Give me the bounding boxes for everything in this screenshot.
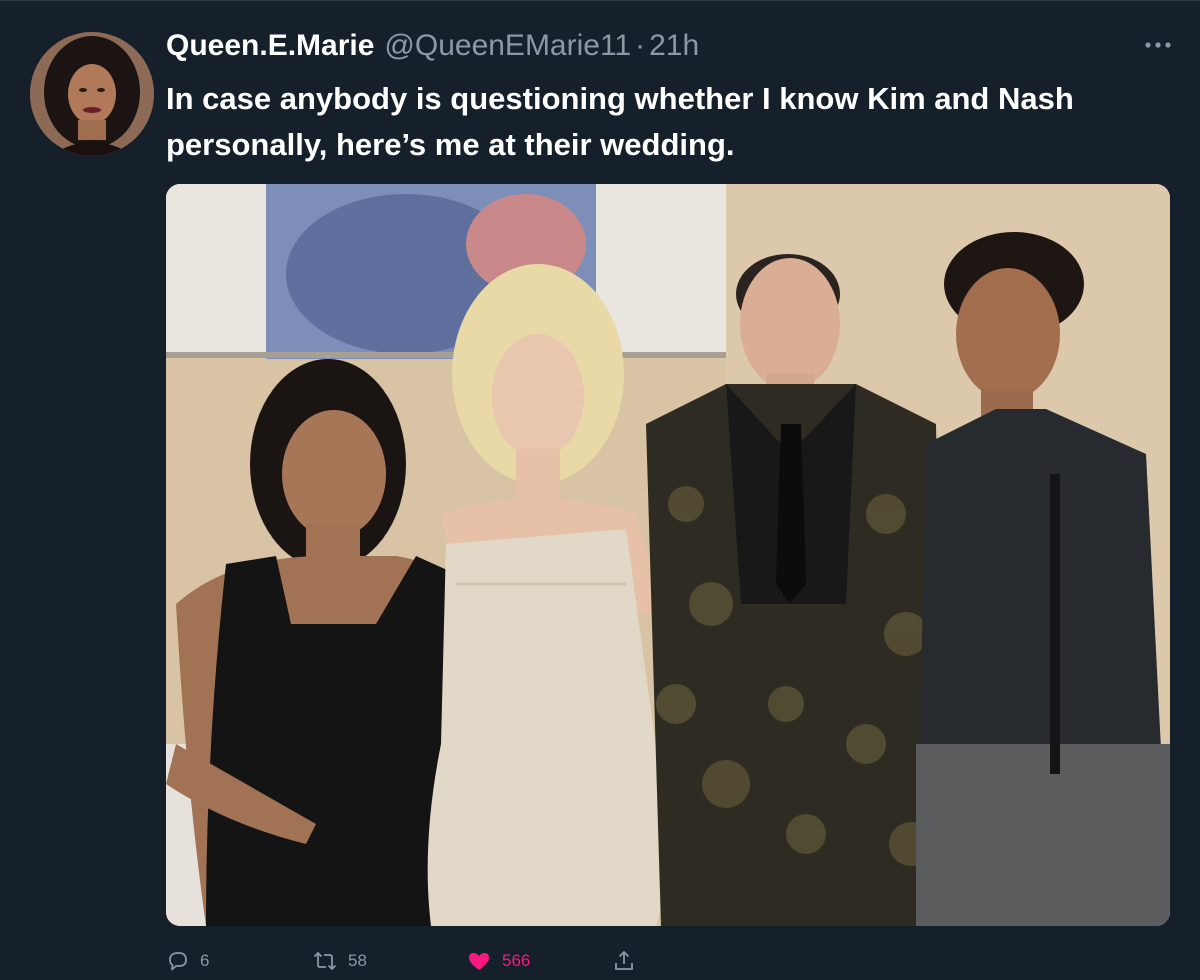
tweet-text: In case anybody is questioning whether I… xyxy=(166,81,1074,162)
user-handle[interactable]: @QueenEMarie11 xyxy=(384,29,631,63)
retweet-count: 58 xyxy=(348,951,367,970)
tweet-header: Queen.E.Marie @QueenEMarie11 · 21h xyxy=(166,26,699,66)
separator: · xyxy=(635,29,646,62)
reply-icon xyxy=(169,952,187,971)
heart-icon xyxy=(469,953,489,970)
share-icon xyxy=(615,950,633,970)
retweet-icon xyxy=(313,951,337,971)
like-count: 566 xyxy=(502,951,531,970)
divider xyxy=(0,0,1200,1)
retweet-button[interactable]: 58 xyxy=(312,944,367,978)
tweet-actions: 6 58 566 xyxy=(166,944,1170,978)
reply-count: 6 xyxy=(200,951,210,970)
like-button[interactable]: 566 xyxy=(466,944,530,978)
tweet-photo[interactable] xyxy=(166,184,1170,926)
avatar-image xyxy=(30,32,154,156)
display-name[interactable]: Queen.E.Marie xyxy=(166,29,374,63)
tweet: Queen.E.Marie @QueenEMarie11 · 21h In ca… xyxy=(0,0,1200,980)
timestamp[interactable]: 21h xyxy=(649,29,699,63)
share-button[interactable] xyxy=(612,944,636,978)
avatar[interactable] xyxy=(30,32,154,156)
reply-button[interactable]: 6 xyxy=(166,944,209,978)
more-options-icon[interactable] xyxy=(1138,30,1178,60)
